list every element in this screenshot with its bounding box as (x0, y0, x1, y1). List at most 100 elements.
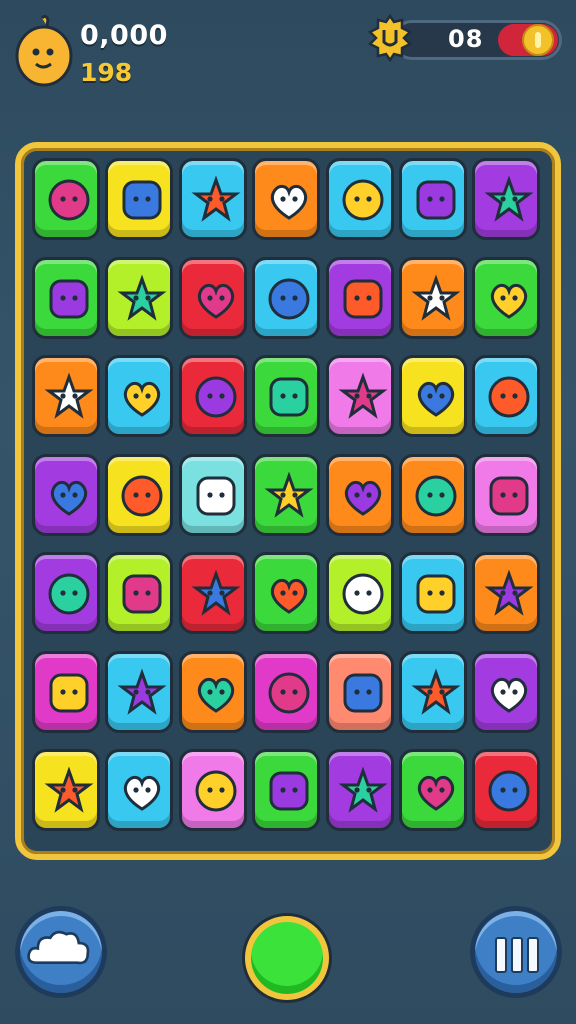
red-heart-icon (122, 574, 162, 614)
tile-carrot-brush[interactable] (252, 749, 321, 831)
game-board (15, 142, 561, 860)
tile-lollipop[interactable] (32, 158, 100, 240)
tile-purple-blob[interactable] (32, 256, 100, 339)
tile-heart[interactable] (105, 650, 174, 733)
tile-purple-bird[interactable] (399, 355, 467, 437)
green-sprout-icon (195, 770, 237, 812)
tile-red-bear[interactable] (472, 749, 541, 831)
score-value: 0,000 (80, 20, 168, 51)
blue-bear-icon (197, 283, 234, 319)
tile-eggplant[interactable] (472, 158, 541, 240)
green-lollipop-icon (197, 677, 234, 713)
tile-paintbrush-blue[interactable] (325, 650, 394, 733)
lollipop-icon (48, 179, 90, 221)
purple-cone-icon (271, 578, 308, 614)
tile-pink-alien[interactable] (325, 749, 394, 831)
cloud-icon (27, 930, 90, 965)
red-bear-icon (488, 770, 530, 812)
tile-purple-ghost[interactable] (325, 355, 394, 437)
eggplant-icon (484, 175, 534, 222)
tile-yellow-creature[interactable] (32, 355, 100, 437)
strawberry-icon (268, 278, 310, 319)
candy-bar-icon (191, 175, 241, 222)
golden-box-icon (416, 574, 456, 614)
pause-bar-middle (511, 937, 523, 973)
tile-magenta-ring[interactable] (325, 158, 394, 240)
tile-yellow-monster[interactable] (472, 552, 541, 634)
alarm-clock-icon (50, 480, 88, 516)
tile-machine[interactable] (178, 552, 247, 634)
cloud-button[interactable] (15, 906, 107, 998)
tile-ice-cream-cone[interactable] (399, 256, 467, 339)
smiley-face-icon (343, 279, 383, 318)
tile-pink-star[interactable] (32, 749, 100, 831)
tile-strawberry[interactable] (252, 256, 321, 339)
blue-hoodie-icon (489, 476, 529, 515)
magenta-ring-icon (342, 179, 384, 221)
tile-striped-leaf[interactable] (399, 158, 467, 240)
tile-flame[interactable] (399, 749, 467, 831)
tile-blue-splat[interactable] (472, 650, 541, 733)
tile-golden-box[interactable] (399, 552, 467, 634)
mascot-avatar[interactable] (14, 14, 74, 88)
flame-icon (417, 775, 455, 811)
tile-paintbrush[interactable] (105, 256, 174, 339)
tile-paint-pen[interactable] (252, 453, 321, 536)
tile-magenta-dress[interactable] (325, 453, 394, 536)
tile-smiley-face[interactable] (325, 256, 394, 339)
yellow-monster-icon (484, 569, 534, 616)
magenta-tassel-icon (415, 475, 457, 516)
paint-pen-icon (264, 471, 314, 518)
tile-strawberry-face[interactable] (105, 158, 174, 240)
blue-splat-icon (491, 677, 528, 713)
teal-robot-icon (196, 476, 236, 515)
purple-pen-icon (342, 573, 384, 615)
tile-yarn-ball[interactable] (178, 355, 247, 437)
pause-bar-left (495, 937, 507, 973)
tile-yellow-tent[interactable] (105, 749, 174, 831)
tile-teal-robot[interactable] (178, 453, 247, 536)
tile-red-heart[interactable] (105, 552, 174, 634)
tile-fish[interactable] (105, 355, 174, 437)
strawberry-face-icon (122, 180, 162, 220)
purple-bird-icon (417, 381, 455, 417)
tile-purple-cone[interactable] (252, 552, 321, 634)
tile-alarm-clock[interactable] (32, 453, 100, 536)
purple-lollipop-icon (268, 672, 310, 713)
pink-star-icon (44, 766, 94, 813)
tile-star-face[interactable] (472, 355, 541, 437)
yellow-tent-icon (124, 775, 161, 811)
pause-button[interactable] (470, 906, 562, 998)
tile-purple-pen[interactable] (325, 552, 394, 634)
pause-bar-right (527, 937, 539, 973)
tile-blue-bear[interactable] (178, 256, 247, 339)
tile-purple-shell[interactable] (252, 355, 321, 437)
yellow-drop-face-icon (411, 668, 461, 715)
tile-candy-bar[interactable] (178, 158, 247, 240)
tile-sun-face[interactable] (32, 650, 100, 733)
magenta-dress-icon (344, 480, 381, 516)
coin-icon[interactable] (522, 24, 554, 56)
star-face-icon (488, 376, 530, 418)
purple-ghost-icon (338, 372, 388, 419)
tile-purple-lollipop[interactable] (252, 650, 321, 733)
moves-value: 08 (448, 25, 484, 53)
purple-bar-icon (121, 475, 163, 516)
heart-icon (117, 668, 167, 715)
tile-green-lollipop[interactable] (178, 650, 247, 733)
ice-cream-cone-icon (411, 274, 461, 321)
white-star-icon (48, 573, 90, 615)
purple-blob-icon (49, 279, 89, 318)
tile-yellow-drop-face[interactable] (399, 650, 467, 733)
tile-magenta-tassel[interactable] (399, 453, 467, 536)
fish-icon (124, 381, 161, 417)
tile-purple-bar[interactable] (105, 453, 174, 536)
tile-white-star[interactable] (32, 552, 100, 634)
red-drop-face-icon (491, 283, 528, 319)
tile-red-drop-face[interactable] (472, 256, 541, 339)
sun-face-icon (49, 673, 89, 712)
tile-blue-hoodie[interactable] (472, 453, 541, 536)
play-button[interactable] (245, 916, 329, 1000)
tile-green-sprout[interactable] (178, 749, 247, 831)
tile-swirl[interactable] (252, 158, 321, 240)
